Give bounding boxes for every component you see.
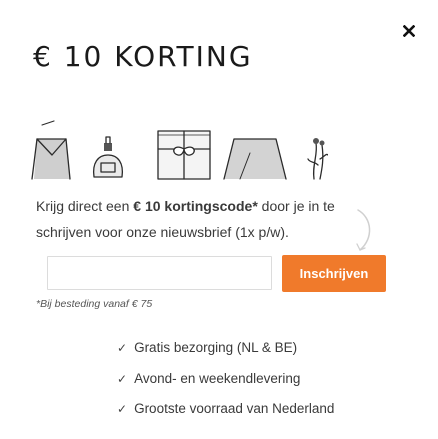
close-button[interactable] [400, 22, 418, 40]
gift-box-icon [157, 130, 211, 180]
check-icon: ✓ [117, 341, 128, 355]
gift-items-illustration [31, 120, 328, 180]
email-input[interactable] [47, 256, 272, 290]
usp-free-shipping: ✓ Gratis bezorging (NL & BE) [117, 340, 298, 355]
check-icon: ✓ [117, 402, 128, 416]
handbag-icon [223, 138, 287, 180]
lead-text: Krijg direct een € 10 kortingscode* door… [36, 198, 335, 240]
popup-title: € 10 KORTING [33, 40, 253, 73]
perfume-bottle-icon [92, 136, 124, 178]
shopping-bag-icon [31, 120, 71, 180]
close-icon[interactable] [403, 25, 415, 37]
usp-evening-delivery: ✓ Avond- en weekendlevering [117, 371, 301, 386]
decorative-swirl [356, 209, 371, 251]
newsletter-popup: € 10 KORTING Krijg direct een € 10 korti… [0, 0, 438, 439]
subscribe-button[interactable]: Inschrijven [282, 255, 386, 292]
flowers-icon [307, 138, 328, 180]
usp-largest-stock: ✓ Grootste voorraad van Nederland [117, 401, 335, 416]
footnote: *Bij besteding vanaf € 75 [36, 298, 153, 310]
check-icon: ✓ [117, 372, 128, 386]
